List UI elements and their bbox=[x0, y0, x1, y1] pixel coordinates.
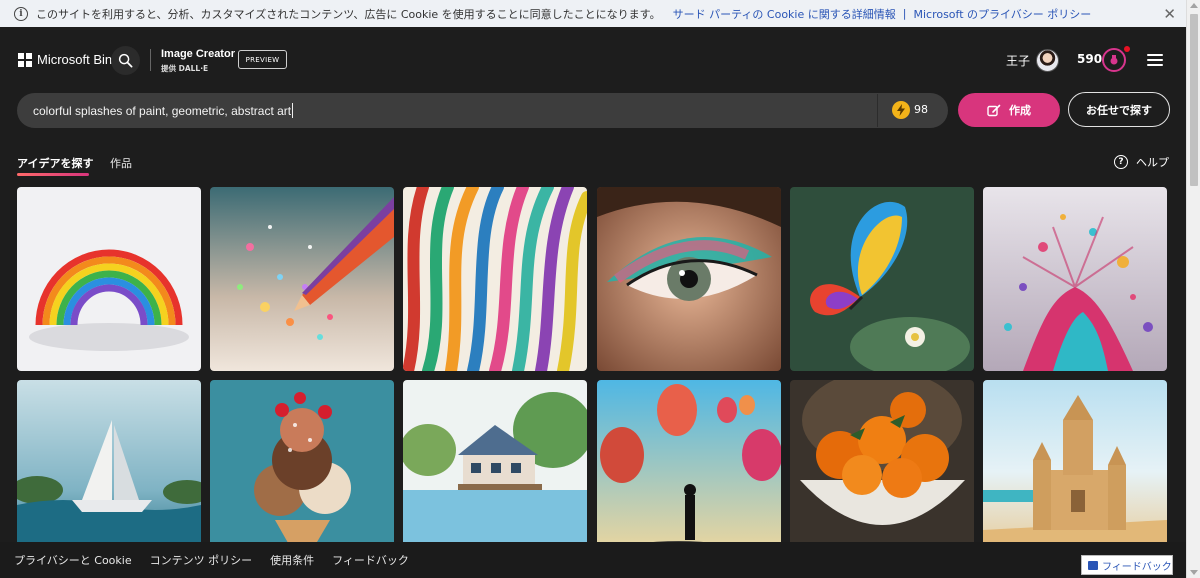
brand-name: Microsoft Bing bbox=[37, 52, 120, 67]
tab-creations[interactable]: 作品 bbox=[110, 155, 132, 171]
gallery-image-paint-splash[interactable] bbox=[983, 187, 1167, 371]
microsoft-bing-logo[interactable]: Microsoft Bing bbox=[18, 52, 119, 67]
surprise-me-button[interactable]: お任せで探す bbox=[1068, 92, 1170, 127]
rewards-icon[interactable] bbox=[1102, 48, 1126, 72]
user-name[interactable]: 王子 bbox=[1006, 52, 1030, 69]
gallery-image-lake-house[interactable] bbox=[403, 380, 587, 564]
avatar[interactable] bbox=[1036, 49, 1059, 72]
page-subtitle: 提供 DALL·E bbox=[161, 64, 209, 73]
page-scrollbar[interactable] bbox=[1186, 0, 1200, 578]
create-label: 作成 bbox=[1009, 104, 1031, 117]
active-tab-indicator bbox=[17, 173, 89, 176]
gallery-image-rainbow-paper[interactable] bbox=[17, 187, 201, 371]
privacy-policy-link[interactable]: Microsoft のプライバシー ポリシー bbox=[913, 6, 1091, 22]
help-icon: ? bbox=[1114, 155, 1128, 169]
create-icon bbox=[987, 104, 1001, 116]
cookie-separator: | bbox=[902, 7, 907, 20]
info-icon: i bbox=[14, 6, 28, 21]
gallery-image-hot-air-balloons[interactable] bbox=[597, 380, 781, 564]
preview-badge: PREVIEW bbox=[238, 50, 287, 69]
feedback-button[interactable]: フィードバック bbox=[1081, 555, 1173, 575]
footer: プライバシーと Cookie コンテンツ ポリシー 使用条件 フィードバック bbox=[0, 542, 1186, 578]
cookie-text: このサイトを利用すると、分析、カスタマイズされたコンテンツ、広告に Cookie… bbox=[36, 7, 661, 21]
gallery-image-paper-boat[interactable] bbox=[17, 380, 201, 564]
notification-dot bbox=[1124, 46, 1130, 52]
prompt-text[interactable]: colorful splashes of paint, geometric, a… bbox=[33, 104, 291, 118]
boost-divider bbox=[877, 94, 878, 127]
search-icon bbox=[118, 53, 133, 68]
microsoft-logo-icon bbox=[18, 52, 32, 67]
help-label: ヘルプ bbox=[1136, 156, 1169, 169]
rewards-points[interactable]: 590 bbox=[1077, 52, 1102, 66]
third-party-cookie-link[interactable]: サード パーティの Cookie に関する詳細情報 bbox=[673, 6, 896, 22]
gallery-image-eye-makeup[interactable] bbox=[597, 187, 781, 371]
feedback-button-label: フィードバック bbox=[1102, 561, 1172, 573]
create-button[interactable]: 作成 bbox=[958, 93, 1060, 127]
privacy-cookie-link[interactable]: プライバシーと Cookie bbox=[14, 552, 132, 568]
feedback-link[interactable]: フィードバック bbox=[332, 552, 409, 568]
boost-count: 98 bbox=[914, 103, 928, 116]
close-icon[interactable]: ✕ bbox=[1163, 5, 1176, 23]
prompt-input[interactable]: colorful splashes of paint, geometric, a… bbox=[17, 93, 948, 128]
scrollbar-thumb[interactable] bbox=[1190, 14, 1198, 186]
feedback-icon bbox=[1088, 560, 1098, 570]
text-cursor bbox=[292, 103, 294, 118]
gallery-image-color-ribbons[interactable] bbox=[403, 187, 587, 371]
tab-explore-ideas[interactable]: アイデアを探す bbox=[17, 155, 93, 171]
terms-link[interactable]: 使用条件 bbox=[270, 552, 314, 568]
search-button[interactable] bbox=[111, 46, 140, 75]
help-link[interactable]: ? ヘルプ bbox=[1114, 154, 1169, 170]
content-policy-link[interactable]: コンテンツ ポリシー bbox=[150, 552, 253, 568]
gallery-image-oranges-bowl[interactable] bbox=[790, 380, 974, 564]
scroll-up-arrow-icon[interactable] bbox=[1190, 3, 1198, 8]
gallery-image-ice-cream-cone[interactable] bbox=[210, 380, 394, 564]
header-divider bbox=[150, 49, 151, 71]
hamburger-menu-icon[interactable] bbox=[1147, 54, 1163, 66]
cookie-banner: i このサイトを利用すると、分析、カスタマイズされたコンテンツ、広告に Cook… bbox=[0, 0, 1186, 27]
boost-lightning-icon bbox=[892, 101, 910, 119]
gallery-image-sandcastle[interactable] bbox=[983, 380, 1167, 564]
gallery-image-glitter-pencil[interactable] bbox=[210, 187, 394, 371]
gallery-image-rainbow-butterfly[interactable] bbox=[790, 187, 974, 371]
scroll-down-arrow-icon[interactable] bbox=[1190, 570, 1198, 575]
page-title: Image Creator bbox=[161, 48, 235, 60]
